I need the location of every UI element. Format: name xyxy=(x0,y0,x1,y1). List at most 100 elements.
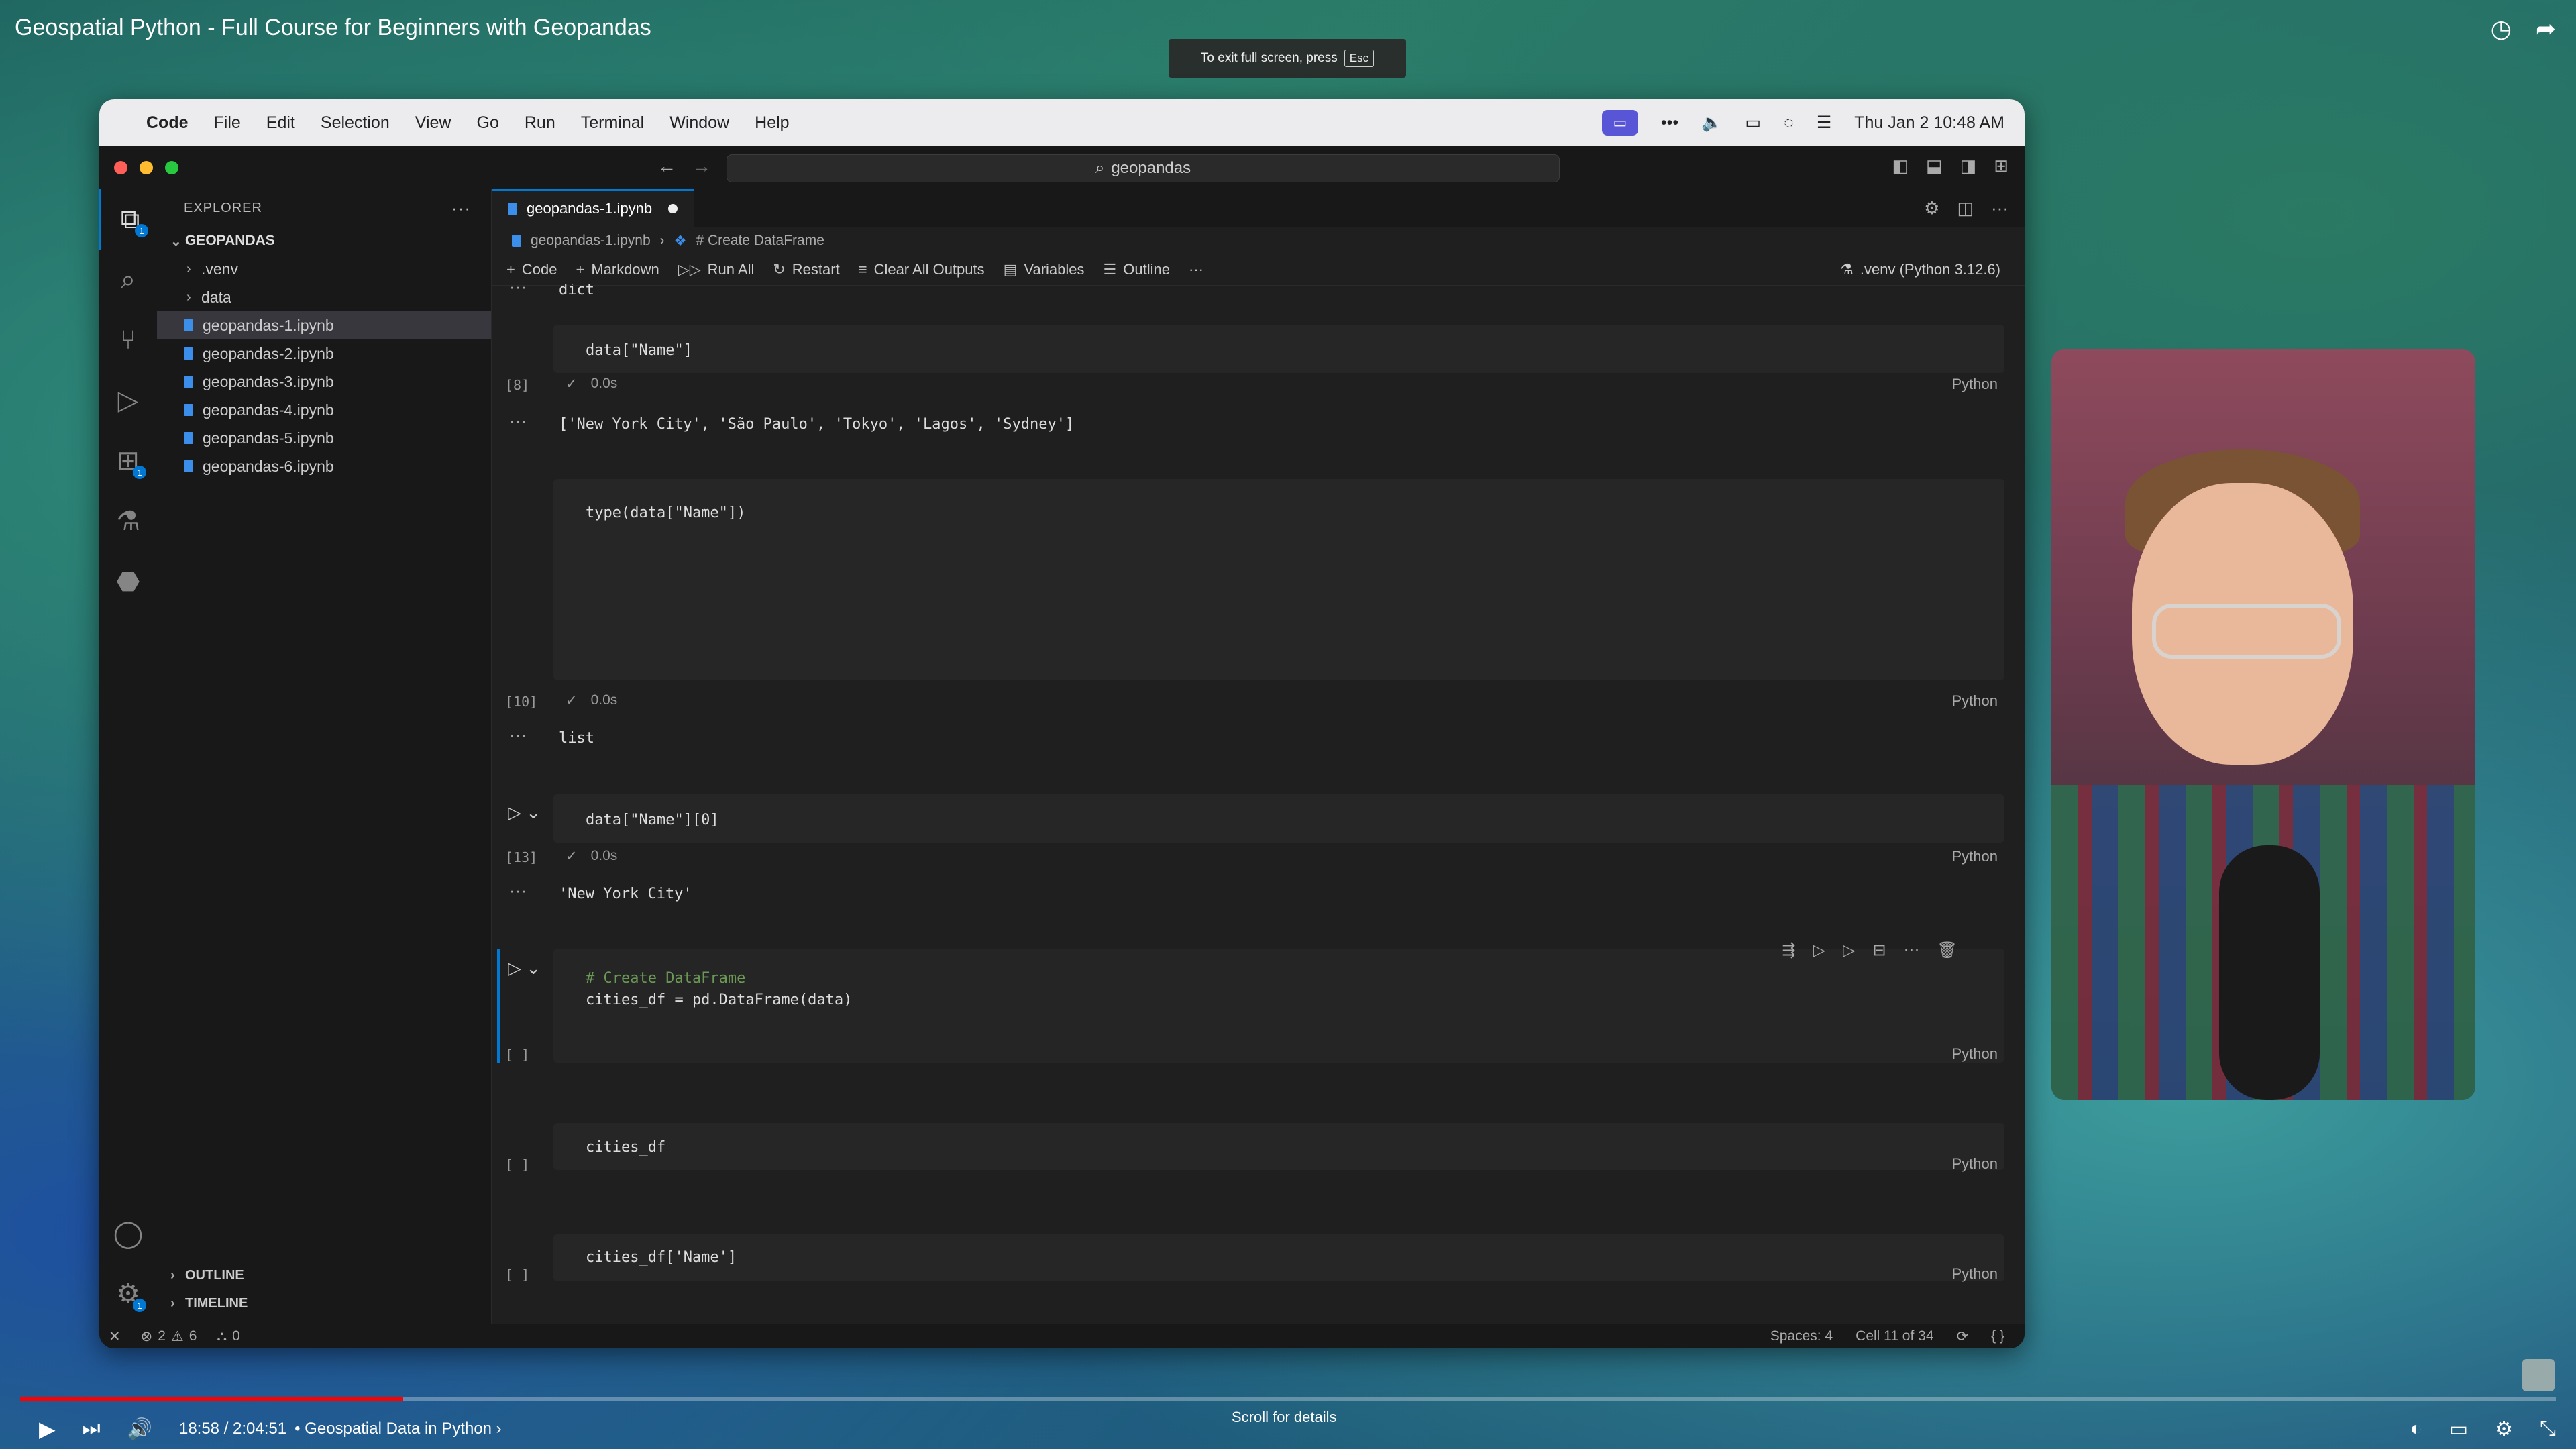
minimize-window-button[interactable] xyxy=(140,161,153,174)
menu-app[interactable]: Code xyxy=(146,113,189,133)
screen-share-icon[interactable]: ▭ xyxy=(1601,110,1638,136)
remote-icon[interactable]: ✕ xyxy=(109,1328,121,1345)
run-all-button[interactable]: ▷▷ Run All xyxy=(678,261,755,278)
close-window-button[interactable] xyxy=(114,161,127,174)
explorer-more-icon[interactable]: ··· xyxy=(451,198,471,219)
captions-icon[interactable]: ▭ xyxy=(2449,1417,2468,1441)
cell-more-icon[interactable]: ··· xyxy=(1904,941,1920,960)
watch-later-icon[interactable]: ◷ xyxy=(2491,15,2512,43)
toggle-panel-icon[interactable]: ⬓ xyxy=(1926,156,1943,176)
clear-outputs-button[interactable]: ≡ Clear All Outputs xyxy=(859,261,985,278)
editor-more-icon[interactable]: ··· xyxy=(1991,198,2008,219)
breadcrumb-file[interactable]: geopandas-1.ipynb xyxy=(531,233,651,249)
workspace-folder[interactable]: ⌄ GEOPANDAS xyxy=(157,227,491,255)
command-center-search[interactable]: ⌕ geopandas xyxy=(727,154,1560,182)
back-arrow-icon[interactable]: ← xyxy=(657,156,676,177)
unsaved-dot-icon[interactable] xyxy=(668,204,678,213)
manage-gear-icon[interactable]: ⚙ 1 xyxy=(99,1264,157,1324)
folder-venv[interactable]: › .venv xyxy=(157,255,491,283)
outline-section[interactable]: › OUTLINE xyxy=(157,1261,491,1289)
cell-language[interactable]: Python xyxy=(1952,376,1998,393)
sync-icon[interactable]: ⟳ xyxy=(1957,1328,1969,1345)
variables-button[interactable]: ▤ Variables xyxy=(1004,261,1085,278)
video-progress-bar[interactable] xyxy=(20,1397,2556,1401)
breadcrumb-section[interactable]: # Create DataFrame xyxy=(696,233,824,249)
code-cell[interactable] xyxy=(553,479,2004,680)
account-icon[interactable]: ◯ xyxy=(99,1203,157,1264)
file-geopandas-3[interactable]: geopandas-3.ipynb xyxy=(157,368,491,396)
toggle-sidebar-icon[interactable]: ◧ xyxy=(1892,156,1909,176)
more-icon[interactable]: ••• xyxy=(1661,113,1678,133)
play-icon[interactable]: ▶ xyxy=(39,1416,56,1442)
execute-below-icon[interactable]: ▷ xyxy=(1843,941,1855,960)
testing-icon[interactable]: ⚗ xyxy=(99,491,157,551)
file-geopandas-6[interactable]: geopandas-6.ipynb xyxy=(157,452,491,480)
cell-language[interactable]: Python xyxy=(1952,1265,1998,1283)
run-debug-icon[interactable]: ▷ xyxy=(99,370,157,431)
split-editor-icon[interactable]: ◫ xyxy=(1957,198,1974,219)
run-cell-icon[interactable]: ▷ ⌄ xyxy=(508,958,541,979)
zoom-window-button[interactable] xyxy=(165,161,178,174)
extensions-icon[interactable]: ⊞ 1 xyxy=(99,431,157,491)
cell-language[interactable]: Python xyxy=(1952,692,1998,710)
restart-button[interactable]: ↻ Restart xyxy=(773,261,839,278)
customize-layout-icon[interactable]: ⊞ xyxy=(1994,156,2008,176)
tab-geopandas-1[interactable]: geopandas-1.ipynb xyxy=(492,189,694,227)
file-geopandas-5[interactable]: geopandas-5.ipynb xyxy=(157,424,491,452)
autoplay-toggle-icon[interactable]: ◐ xyxy=(2410,1417,2422,1441)
execute-above-icon[interactable]: ▷ xyxy=(1813,941,1825,960)
braces-icon[interactable]: { } xyxy=(1991,1328,2004,1345)
battery-icon[interactable]: ▭ xyxy=(1745,113,1761,133)
problems-indicator[interactable]: ⊗ 2 ⚠ 6 xyxy=(141,1328,197,1345)
output-ellipsis[interactable]: ··· xyxy=(509,284,527,297)
menu-help[interactable]: Help xyxy=(755,113,789,133)
output-ellipsis[interactable]: ··· xyxy=(509,880,527,901)
chapter-title[interactable]: • Geospatial Data in Python › xyxy=(294,1419,502,1438)
wifi-icon[interactable]: ◌ xyxy=(1784,113,1794,133)
kernel-picker[interactable]: ⚗ .venv (Python 3.12.6) xyxy=(1840,261,2000,278)
volume-icon[interactable]: 🔊 xyxy=(127,1417,152,1441)
cell-language[interactable]: Python xyxy=(1952,848,1998,865)
menu-edit[interactable]: Edit xyxy=(266,113,295,133)
run-cell-icon[interactable]: ▷ ⌄ xyxy=(508,802,541,823)
output-ellipsis[interactable]: ··· xyxy=(509,411,527,431)
ports-indicator[interactable]: ⛬ 0 xyxy=(217,1328,239,1344)
add-markdown-button[interactable]: + Markdown xyxy=(576,261,659,278)
menu-file[interactable]: File xyxy=(214,113,241,133)
menu-selection[interactable]: Selection xyxy=(321,113,390,133)
toolbar-more-button[interactable]: ··· xyxy=(1189,261,1203,278)
menu-terminal[interactable]: Terminal xyxy=(581,113,644,133)
cell-language[interactable]: Python xyxy=(1952,1155,1998,1173)
file-geopandas-4[interactable]: geopandas-4.ipynb xyxy=(157,396,491,424)
code-cell[interactable] xyxy=(553,794,2004,843)
menu-run[interactable]: Run xyxy=(525,113,555,133)
output-ellipsis[interactable]: ··· xyxy=(509,724,527,745)
toggle-secondary-sidebar-icon[interactable]: ◨ xyxy=(1960,156,1977,176)
next-icon[interactable]: ⏭ xyxy=(83,1417,101,1440)
folder-data[interactable]: › data xyxy=(157,283,491,311)
explorer-icon[interactable]: ⧉ 1 xyxy=(99,189,159,250)
python-icon[interactable]: ⬣ xyxy=(99,551,157,612)
code-cell[interactable] xyxy=(553,1234,2004,1281)
code-cell[interactable] xyxy=(553,1123,2004,1170)
file-geopandas-1[interactable]: geopandas-1.ipynb xyxy=(157,311,491,339)
cell-position[interactable]: Cell 11 of 34 xyxy=(1856,1328,1933,1345)
clock[interactable]: Thu Jan 2 10:48 AM xyxy=(1854,113,2004,133)
split-cell-icon[interactable]: ⊟ xyxy=(1872,941,1886,960)
settings-gear-icon[interactable]: ⚙ xyxy=(1924,198,1939,219)
menu-window[interactable]: Window xyxy=(669,113,729,133)
add-code-button[interactable]: + Code xyxy=(506,261,557,278)
delete-cell-icon[interactable]: 🗑 xyxy=(1937,941,1957,960)
control-center-icon[interactable]: ☰ xyxy=(1817,113,1831,133)
indentation[interactable]: Spaces: 4 xyxy=(1770,1328,1833,1345)
run-by-line-icon[interactable]: ⇶ xyxy=(1782,941,1795,960)
share-icon[interactable]: ➦ xyxy=(2536,15,2556,43)
settings-icon[interactable]: ⚙ xyxy=(2495,1417,2513,1441)
source-control-icon[interactable]: ⑂ xyxy=(99,310,157,370)
cell-language[interactable]: Python xyxy=(1952,1045,1998,1063)
exit-fullscreen-icon[interactable]: ⤡ xyxy=(2540,1417,2556,1441)
menu-go[interactable]: Go xyxy=(477,113,499,133)
outline-button[interactable]: ☰ Outline xyxy=(1104,261,1170,278)
search-icon[interactable]: ⌕ xyxy=(99,250,157,310)
menu-view[interactable]: View xyxy=(415,113,451,133)
